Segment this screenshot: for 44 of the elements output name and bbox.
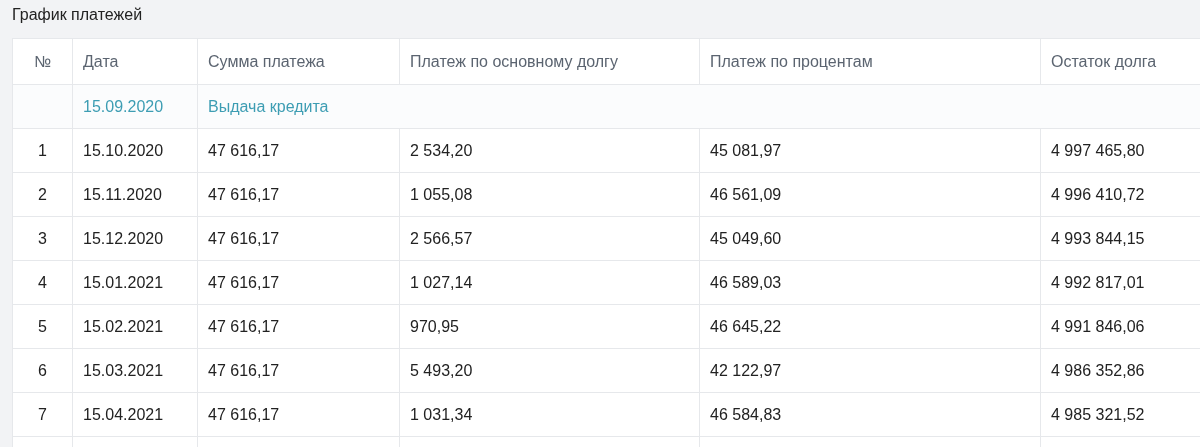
- column-header: Платеж по основному долгу: [399, 38, 700, 85]
- table-cell: 1 027,14: [399, 260, 700, 305]
- table-cell: 47 616,17: [197, 172, 400, 217]
- table-cell: 3: [12, 216, 73, 261]
- table-cell: 42 122,97: [699, 348, 1041, 393]
- table-cell: 45 049,60: [699, 216, 1041, 261]
- table-cell: 2 534,20: [399, 128, 700, 173]
- table-cell: 15.04.2021: [72, 392, 198, 437]
- table-cell: 6: [12, 348, 73, 393]
- table-cell: 2: [12, 172, 73, 217]
- table-cell: 1 031,34: [399, 392, 700, 437]
- table-cell: 15.12.2020: [72, 216, 198, 261]
- table-cell: 15.02.2021: [72, 304, 198, 349]
- table-cell: 47 616,17: [197, 128, 400, 173]
- table-cell: 1 055,08: [399, 172, 700, 217]
- column-header: Платеж по процентам: [699, 38, 1041, 85]
- table-cell: 970,95: [399, 304, 700, 349]
- table-cell: 47 616,17: [197, 304, 400, 349]
- column-header: Дата: [72, 38, 198, 85]
- table-cell: 4: [12, 260, 73, 305]
- table-cell: 47 616,17: [197, 260, 400, 305]
- table-cell: 47 616,17: [197, 392, 400, 437]
- table-cell: 1: [12, 128, 73, 173]
- table-cell: 15.10.2020: [72, 128, 198, 173]
- table-cell: 46 645,22: [699, 304, 1041, 349]
- column-header: №: [12, 38, 73, 85]
- page-title: График платежей: [11, 5, 144, 25]
- table-cell: 46 584,83: [699, 392, 1041, 437]
- table-cell: 15.01.2021: [72, 260, 198, 305]
- table-cell: 5: [12, 304, 73, 349]
- table-cell: 47 616,17: [197, 348, 400, 393]
- table-cell: 15.09.2020: [72, 84, 198, 129]
- table-cell: 7: [12, 392, 73, 437]
- table-cell: 46 561,09: [699, 172, 1041, 217]
- table-cell: 5 493,20: [399, 348, 700, 393]
- table-cell: 47 616,17: [197, 216, 400, 261]
- table-cell: Выдача кредита: [197, 84, 1200, 129]
- table-cell: 2 566,57: [399, 216, 700, 261]
- column-header: Остаток долга: [1040, 38, 1200, 85]
- table-cell: 45 081,97: [699, 128, 1041, 173]
- table-cell: 46 589,03: [699, 260, 1041, 305]
- table-cell: 15.03.2021: [72, 348, 198, 393]
- column-header: Сумма платежа: [197, 38, 400, 85]
- table-cell: 15.11.2020: [72, 172, 198, 217]
